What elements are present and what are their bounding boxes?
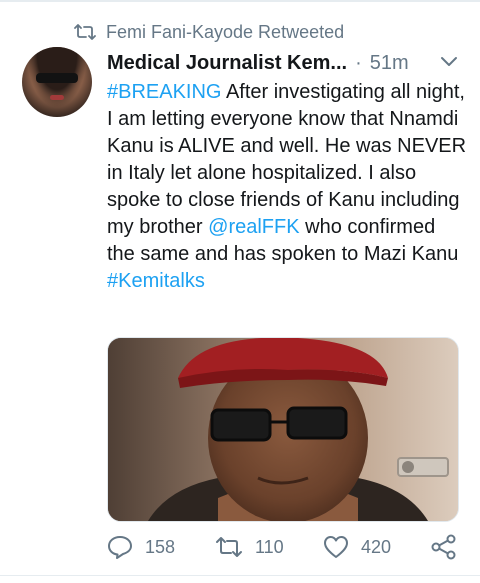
tweet-timestamp[interactable]: 51m xyxy=(370,52,409,75)
hashtag-breaking[interactable]: #BREAKING xyxy=(107,81,221,103)
retweet-context-label: Femi Fani-Kayode Retweeted xyxy=(106,21,345,42)
retweet-icon xyxy=(215,536,243,558)
mention-link[interactable]: @realFFK xyxy=(208,216,299,238)
tweet-media-photo[interactable] xyxy=(107,337,459,522)
share-icon xyxy=(431,534,457,560)
tweet-text: #BREAKING After investigating all night,… xyxy=(107,79,467,295)
top-divider xyxy=(0,0,480,2)
share-button[interactable] xyxy=(431,532,457,562)
tweet-actions: 158 110 420 xyxy=(107,532,467,562)
reply-icon xyxy=(107,535,133,559)
retweet-context[interactable]: Femi Fani-Kayode Retweeted xyxy=(74,20,344,44)
header-separator: · xyxy=(355,51,362,74)
retweet-count: 110 xyxy=(255,536,284,557)
chevron-down-icon[interactable] xyxy=(440,54,458,68)
bottom-divider xyxy=(0,575,480,576)
author-avatar[interactable] xyxy=(22,47,92,117)
heart-icon xyxy=(323,535,349,559)
hashtag-kemitalks[interactable]: #Kemitalks xyxy=(107,270,205,292)
tweet-body-1: After investigating all night, I am lett… xyxy=(107,81,467,238)
retweet-button[interactable]: 110 xyxy=(215,532,284,562)
photo-man-red-beret-icon xyxy=(108,338,458,521)
like-button[interactable]: 420 xyxy=(323,532,391,562)
reply-count: 158 xyxy=(145,536,176,557)
author-name[interactable]: Medical Journalist Kem... xyxy=(107,52,347,75)
tweet-header: Medical Journalist Kem... · 51m xyxy=(107,48,467,78)
retweet-icon xyxy=(74,23,96,41)
reply-button[interactable]: 158 xyxy=(107,532,175,562)
like-count: 420 xyxy=(361,536,392,557)
